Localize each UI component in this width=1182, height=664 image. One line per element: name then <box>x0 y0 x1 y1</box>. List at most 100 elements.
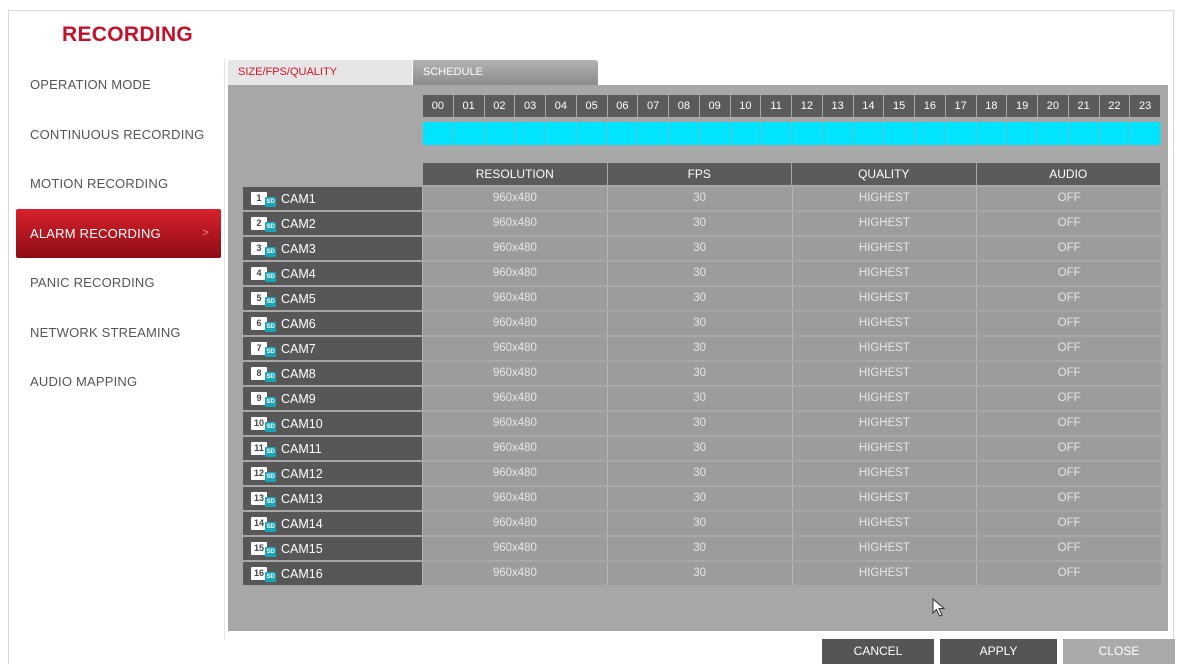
resolution-cell[interactable]: 960x480 <box>422 512 607 535</box>
schedule-slot[interactable] <box>1007 122 1038 145</box>
camera-label[interactable]: 10 SD CAM10 <box>243 412 422 435</box>
audio-cell[interactable]: OFF <box>976 512 1161 535</box>
schedule-slot[interactable] <box>945 122 977 145</box>
schedule-slot[interactable] <box>576 122 608 145</box>
audio-cell[interactable]: OFF <box>976 537 1161 560</box>
resolution-cell[interactable]: 960x480 <box>422 412 607 435</box>
tab-schedule[interactable]: SCHEDULE <box>413 60 598 85</box>
resolution-cell[interactable]: 960x480 <box>422 337 607 360</box>
quality-cell[interactable]: HIGHEST <box>791 412 977 435</box>
audio-cell[interactable]: OFF <box>976 487 1161 510</box>
schedule-slot[interactable] <box>1038 122 1069 145</box>
schedule-slot[interactable] <box>1068 122 1100 145</box>
sidebar-item-alarm-recording[interactable]: ALARM RECORDING > <box>16 208 221 258</box>
schedule-slot[interactable] <box>884 122 915 145</box>
quality-cell[interactable]: HIGHEST <box>791 362 977 385</box>
camera-label[interactable]: 5 SD CAM5 <box>243 287 422 310</box>
fps-cell[interactable]: 30 <box>606 212 792 235</box>
camera-label[interactable]: 12 SD CAM12 <box>243 462 422 485</box>
schedule-slot[interactable] <box>607 122 639 145</box>
camera-label[interactable]: 1 SD CAM1 <box>243 187 422 210</box>
camera-label[interactable]: 11 SD CAM11 <box>243 437 422 460</box>
audio-cell[interactable]: OFF <box>976 187 1161 210</box>
audio-cell[interactable]: OFF <box>976 362 1161 385</box>
cancel-button[interactable]: CANCEL <box>822 639 934 664</box>
audio-cell[interactable]: OFF <box>976 312 1161 335</box>
quality-cell[interactable]: HIGHEST <box>791 537 977 560</box>
tab-size-fps-quality[interactable]: SIZE/FPS/QUALITY <box>228 60 412 85</box>
sidebar-item-audio-mapping[interactable]: AUDIO MAPPING <box>16 357 221 407</box>
quality-cell[interactable]: HIGHEST <box>791 287 977 310</box>
schedule-slot[interactable] <box>1099 122 1131 145</box>
audio-cell[interactable]: OFF <box>976 287 1161 310</box>
camera-label[interactable]: 3 SD CAM3 <box>243 237 422 260</box>
quality-cell[interactable]: HIGHEST <box>791 187 977 210</box>
schedule-slot[interactable] <box>761 122 792 145</box>
fps-cell[interactable]: 30 <box>606 537 792 560</box>
schedule-slot[interactable] <box>1130 122 1161 145</box>
fps-cell[interactable]: 30 <box>606 262 792 285</box>
resolution-cell[interactable]: 960x480 <box>422 187 607 210</box>
schedule-slot[interactable] <box>484 122 516 145</box>
camera-label[interactable]: 8 SD CAM8 <box>243 362 422 385</box>
resolution-cell[interactable]: 960x480 <box>422 287 607 310</box>
audio-cell[interactable]: OFF <box>976 412 1161 435</box>
quality-cell[interactable]: HIGHEST <box>791 487 977 510</box>
resolution-cell[interactable]: 960x480 <box>422 487 607 510</box>
resolution-cell[interactable]: 960x480 <box>422 212 607 235</box>
camera-label[interactable]: 13 SD CAM13 <box>243 487 422 510</box>
resolution-cell[interactable]: 960x480 <box>422 562 607 585</box>
quality-cell[interactable]: HIGHEST <box>791 387 977 410</box>
audio-cell[interactable]: OFF <box>976 437 1161 460</box>
schedule-slot[interactable] <box>699 122 731 145</box>
schedule-slot[interactable] <box>915 122 946 145</box>
camera-label[interactable]: 14 SD CAM14 <box>243 512 422 535</box>
schedule-slot[interactable] <box>515 122 546 145</box>
camera-label[interactable]: 16 SD CAM16 <box>243 562 422 585</box>
camera-label[interactable]: 15 SD CAM15 <box>243 537 422 560</box>
schedule-slot[interactable] <box>546 122 577 145</box>
camera-label[interactable]: 9 SD CAM9 <box>243 387 422 410</box>
quality-cell[interactable]: HIGHEST <box>791 462 977 485</box>
sidebar-item-motion-recording[interactable]: MOTION RECORDING <box>16 159 221 209</box>
resolution-cell[interactable]: 960x480 <box>422 437 607 460</box>
fps-cell[interactable]: 30 <box>606 412 792 435</box>
camera-label[interactable]: 7 SD CAM7 <box>243 337 422 360</box>
schedule-slot[interactable] <box>822 122 854 145</box>
schedule-slot[interactable] <box>976 122 1008 145</box>
schedule-slot[interactable] <box>453 122 485 145</box>
resolution-cell[interactable]: 960x480 <box>422 362 607 385</box>
schedule-slot[interactable] <box>669 122 700 145</box>
quality-cell[interactable]: HIGHEST <box>791 562 977 585</box>
sidebar-item-operation-mode[interactable]: OPERATION MODE <box>16 60 221 110</box>
schedule-slot[interactable] <box>853 122 885 145</box>
audio-cell[interactable]: OFF <box>976 237 1161 260</box>
schedule-slot[interactable] <box>730 122 762 145</box>
fps-cell[interactable]: 30 <box>606 487 792 510</box>
audio-cell[interactable]: OFF <box>976 462 1161 485</box>
camera-label[interactable]: 2 SD CAM2 <box>243 212 422 235</box>
audio-cell[interactable]: OFF <box>976 212 1161 235</box>
quality-cell[interactable]: HIGHEST <box>791 312 977 335</box>
apply-button[interactable]: APPLY <box>940 639 1057 664</box>
sidebar-item-panic-recording[interactable]: PANIC RECORDING <box>16 258 221 308</box>
quality-cell[interactable]: HIGHEST <box>791 337 977 360</box>
fps-cell[interactable]: 30 <box>606 287 792 310</box>
sidebar-item-network-streaming[interactable]: NETWORK STREAMING <box>16 308 221 358</box>
schedule-slot[interactable] <box>638 122 669 145</box>
camera-label[interactable]: 4 SD CAM4 <box>243 262 422 285</box>
audio-cell[interactable]: OFF <box>976 262 1161 285</box>
quality-cell[interactable]: HIGHEST <box>791 512 977 535</box>
fps-cell[interactable]: 30 <box>606 512 792 535</box>
fps-cell[interactable]: 30 <box>606 362 792 385</box>
audio-cell[interactable]: OFF <box>976 562 1161 585</box>
audio-cell[interactable]: OFF <box>976 337 1161 360</box>
sidebar-item-continuous-recording[interactable]: CONTINUOUS RECORDING <box>16 110 221 160</box>
quality-cell[interactable]: HIGHEST <box>791 437 977 460</box>
schedule-slot[interactable] <box>792 122 823 145</box>
fps-cell[interactable]: 30 <box>606 387 792 410</box>
quality-cell[interactable]: HIGHEST <box>791 212 977 235</box>
fps-cell[interactable]: 30 <box>606 562 792 585</box>
audio-cell[interactable]: OFF <box>976 387 1161 410</box>
resolution-cell[interactable]: 960x480 <box>422 237 607 260</box>
